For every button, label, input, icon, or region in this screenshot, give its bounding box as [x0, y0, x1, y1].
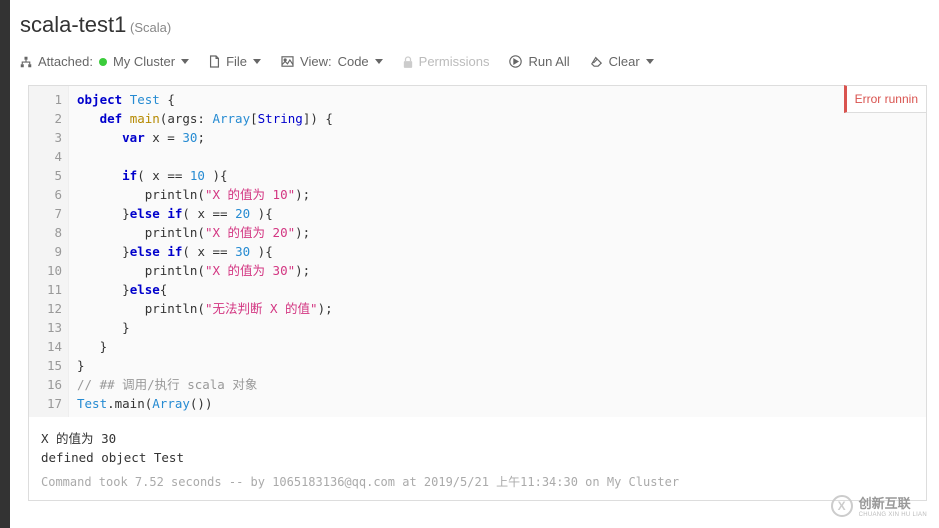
line-number: 6: [29, 185, 62, 204]
attached-menu[interactable]: Attached: My Cluster: [20, 50, 203, 73]
caret-down-icon: [646, 59, 654, 64]
lock-icon: [403, 56, 413, 68]
line-number: 12: [29, 299, 62, 318]
clear-menu[interactable]: Clear: [584, 50, 668, 73]
run-all-button[interactable]: Run All: [503, 50, 583, 73]
line-number: 5: [29, 166, 62, 185]
line-number: 10: [29, 261, 62, 280]
permissions-label: Permissions: [419, 54, 490, 69]
line-number: 16: [29, 375, 62, 394]
code-line[interactable]: if( x == 10 ){: [77, 166, 918, 185]
output-line: defined object Test: [41, 448, 914, 467]
code-line[interactable]: object Test {: [77, 90, 918, 109]
code-line[interactable]: }else if( x == 20 ){: [77, 204, 918, 223]
code-line[interactable]: }: [77, 318, 918, 337]
code-line[interactable]: [77, 147, 918, 166]
line-number: 2: [29, 109, 62, 128]
run-all-label: Run All: [528, 54, 569, 69]
code-line[interactable]: }else{: [77, 280, 918, 299]
view-menu[interactable]: View: Code: [275, 50, 397, 73]
code-line[interactable]: Test.main(Array()): [77, 394, 918, 413]
eraser-icon: [590, 56, 603, 67]
code-line[interactable]: var x = 30;: [77, 128, 918, 147]
watermark-logo-icon: X: [831, 495, 853, 517]
caret-down-icon: [181, 59, 189, 64]
watermark-en: CHUANG XIN HU LIAN: [859, 512, 927, 518]
caret-down-icon: [253, 59, 261, 64]
line-number: 3: [29, 128, 62, 147]
code-lines[interactable]: object Test { def main(args: Array[Strin…: [69, 86, 926, 417]
line-number: 9: [29, 242, 62, 261]
code-line[interactable]: def main(args: Array[String]) {: [77, 109, 918, 128]
code-line[interactable]: }else if( x == 30 ){: [77, 242, 918, 261]
code-line[interactable]: println("无法判断 X 的值");: [77, 299, 918, 318]
error-notification[interactable]: Error runnin: [844, 85, 927, 113]
line-number: 17: [29, 394, 62, 413]
line-gutter: 1234567891011121314151617: [29, 86, 69, 417]
line-number: 8: [29, 223, 62, 242]
line-number: 14: [29, 337, 62, 356]
code-line[interactable]: // ## 调用/执行 scala 对象: [77, 375, 918, 394]
line-number: 15: [29, 356, 62, 375]
title-row: scala-test1 (Scala): [20, 0, 939, 48]
code-line[interactable]: println("X 的值为 20");: [77, 223, 918, 242]
file-label: File: [226, 54, 247, 69]
file-menu[interactable]: File: [203, 50, 275, 73]
permissions-button: Permissions: [397, 50, 504, 73]
code-cell: Error runnin 1234567891011121314151617 o…: [28, 85, 927, 501]
view-label: View:: [300, 54, 332, 69]
line-number: 11: [29, 280, 62, 299]
main-content: scala-test1 (Scala) Attached: My Cluster…: [10, 0, 939, 501]
clear-label: Clear: [609, 54, 640, 69]
line-number: 7: [29, 204, 62, 223]
code-editor[interactable]: 1234567891011121314151617 object Test { …: [29, 86, 926, 417]
sitemap-icon: [20, 56, 32, 68]
picture-icon: [281, 56, 294, 67]
left-rail: [0, 0, 10, 528]
cell-output: X 的值为 30 defined object Test: [29, 417, 926, 469]
command-meta: Command took 7.52 seconds -- by 10651831…: [29, 469, 926, 500]
view-mode: Code: [338, 54, 369, 69]
watermark-cn: 创新互联: [859, 493, 927, 512]
line-number: 13: [29, 318, 62, 337]
line-number: 4: [29, 147, 62, 166]
attached-label: Attached:: [38, 54, 93, 69]
cluster-status-dot: [99, 58, 107, 66]
code-line[interactable]: println("X 的值为 30");: [77, 261, 918, 280]
code-line[interactable]: }: [77, 337, 918, 356]
line-number: 1: [29, 90, 62, 109]
toolbar: Attached: My Cluster File View: Code Per: [20, 48, 939, 79]
cluster-name: My Cluster: [113, 54, 175, 69]
code-line[interactable]: println("X 的值为 10");: [77, 185, 918, 204]
notebook-language: (Scala): [130, 20, 171, 35]
play-circle-icon: [509, 55, 522, 68]
watermark: X 创新互联 CHUANG XIN HU LIAN: [831, 493, 927, 518]
caret-down-icon: [375, 59, 383, 64]
code-line[interactable]: }: [77, 356, 918, 375]
notebook-title[interactable]: scala-test1: [20, 12, 126, 37]
file-icon: [209, 55, 220, 68]
output-line: X 的值为 30: [41, 429, 914, 448]
